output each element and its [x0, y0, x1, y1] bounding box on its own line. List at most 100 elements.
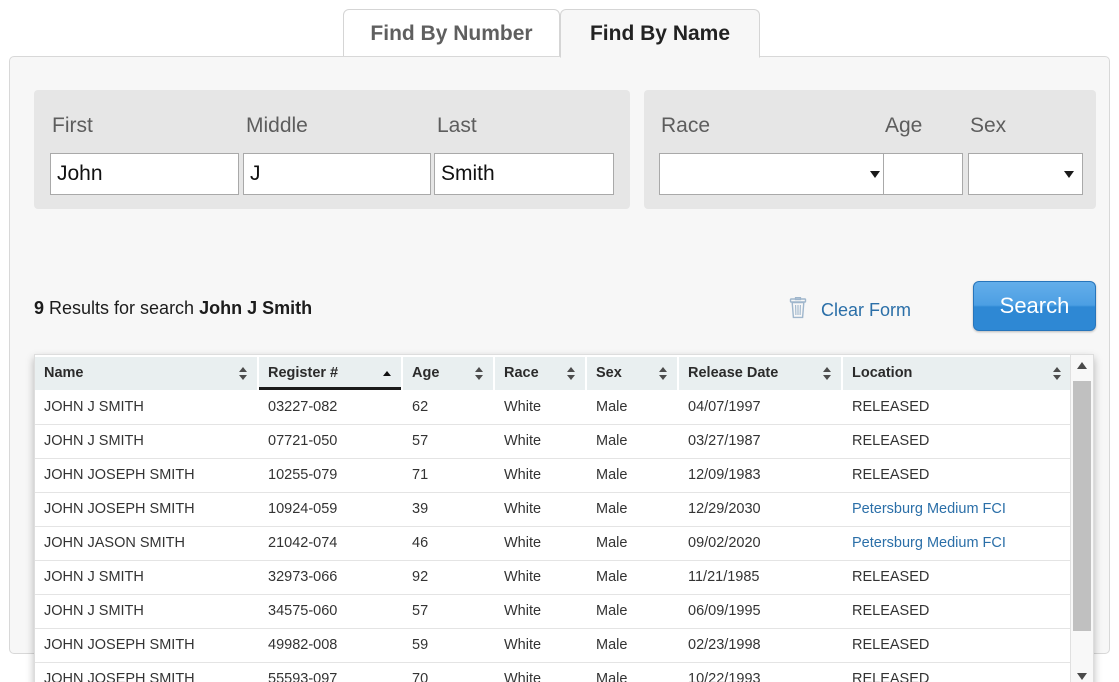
- cell-name: JOHN J SMITH: [44, 569, 144, 585]
- sort-toggle-icon: [239, 367, 248, 380]
- scroll-up-button[interactable]: [1071, 355, 1093, 375]
- cell-race: White: [504, 637, 542, 653]
- scrollbar-thumb[interactable]: [1073, 381, 1091, 631]
- table-row[interactable]: JOHN JOSEPH SMITH 10255-079 71 White Male 12/…: [35, 459, 1071, 493]
- cell-age: 59: [412, 637, 429, 653]
- trash-icon[interactable]: [789, 297, 807, 319]
- cell-age: 71: [412, 467, 429, 483]
- table-row[interactable]: JOHN JOSEPH SMITH 10924-059 39 White Male 12/…: [35, 493, 1071, 527]
- results-count: 9: [34, 298, 45, 318]
- name-field-group: First Middle Last: [34, 90, 630, 209]
- tab-find-by-name[interactable]: Find By Name: [560, 9, 760, 58]
- tab-find-by-number-label: Find By Number: [370, 22, 533, 45]
- column-header-age[interactable]: Age: [403, 357, 493, 390]
- clear-form-link[interactable]: Clear Form: [821, 300, 911, 321]
- column-header-race[interactable]: Race: [495, 357, 585, 390]
- race-select[interactable]: [659, 153, 889, 195]
- cell-age: 39: [412, 501, 429, 517]
- cell-name: JOHN JASON SMITH: [44, 535, 185, 551]
- cell-sex: Male: [596, 467, 628, 483]
- tab-find-by-name-label: Find By Name: [589, 22, 731, 45]
- cell-race: White: [504, 399, 542, 415]
- middle-name-input[interactable]: [243, 153, 431, 195]
- age-label: Age: [885, 114, 923, 137]
- cell-age: 57: [412, 433, 429, 449]
- table-row[interactable]: JOHN JOSEPH SMITH 55593-097 70 White Male 10/…: [35, 663, 1071, 682]
- cell-register: 07721-050: [268, 433, 338, 449]
- column-header-label: Race: [504, 365, 539, 381]
- cell-name: JOHN J SMITH: [44, 603, 144, 619]
- table-row[interactable]: JOHN J SMITH 07721-050 57 White Male 03/27/19…: [35, 425, 1071, 459]
- cell-name: JOHN JOSEPH SMITH: [44, 467, 195, 483]
- cell-release: 11/21/1985: [688, 569, 760, 585]
- cell-location[interactable]: Petersburg Medium FCI: [843, 493, 1071, 526]
- column-header-register[interactable]: Register #: [259, 357, 401, 390]
- cell-race: White: [504, 671, 542, 682]
- cell-location[interactable]: Petersburg Medium FCI: [843, 527, 1071, 560]
- results-grid: Name Register # Age Race Sex Release Date Loca…: [35, 355, 1071, 682]
- age-input[interactable]: [883, 153, 963, 195]
- column-header-label: Register #: [268, 365, 339, 381]
- first-name-input[interactable]: [50, 153, 239, 195]
- results-summary: 9 Results for search John J Smith: [34, 298, 312, 319]
- race-label: Race: [661, 114, 711, 137]
- results-table: Name Register # Age Race Sex Release Date Loca…: [34, 354, 1094, 682]
- search-button[interactable]: Search: [973, 281, 1096, 331]
- tab-bar: Find By Number Find By Name: [0, 0, 1119, 58]
- cell-age: 46: [412, 535, 429, 551]
- cell-sex: Male: [596, 433, 628, 449]
- cell-sex: Male: [596, 603, 628, 619]
- cell-release: 10/22/1993: [688, 671, 761, 682]
- cell-release: 04/07/1997: [688, 399, 761, 415]
- table-vertical-scrollbar[interactable]: [1070, 355, 1093, 682]
- cell-location: RELEASED: [852, 603, 930, 619]
- cell-register: 32973-066: [268, 569, 338, 585]
- results-middle-text: Results for search: [44, 298, 200, 318]
- column-header-label: Age: [412, 365, 440, 381]
- cell-release: 02/23/1998: [688, 637, 761, 653]
- column-header-name[interactable]: Name: [35, 357, 257, 390]
- cell-age: 92: [412, 569, 429, 585]
- cell-register: 10924-059: [268, 501, 338, 517]
- cell-sex: Male: [596, 637, 628, 653]
- sort-toggle-icon: [1053, 367, 1062, 380]
- scroll-down-button[interactable]: [1071, 667, 1093, 682]
- sort-toggle-icon: [659, 367, 668, 380]
- cell-release: 12/09/1983: [688, 467, 761, 483]
- table-body: JOHN J SMITH 03227-082 62 White Male 04/07/19…: [35, 391, 1071, 682]
- last-name-label: Last: [437, 114, 477, 137]
- last-name-input[interactable]: [434, 153, 614, 195]
- sex-select[interactable]: [968, 153, 1083, 195]
- cell-race: White: [504, 433, 542, 449]
- search-panel: First Middle Last Race Age Sex 9 Results…: [9, 56, 1110, 682]
- cell-sex: Male: [596, 399, 628, 415]
- column-header-label: Location: [852, 365, 913, 381]
- demographics-field-group: Race Age Sex: [644, 90, 1096, 209]
- table-row[interactable]: JOHN JOSEPH SMITH 49982-008 59 White Male 02/…: [35, 629, 1071, 663]
- sort-ascending-icon: [383, 367, 392, 380]
- table-row[interactable]: JOHN J SMITH 03227-082 62 White Male 04/07/19…: [35, 391, 1071, 425]
- column-header-label: Name: [44, 365, 84, 381]
- tab-find-by-number[interactable]: Find By Number: [343, 9, 560, 58]
- chevron-down-icon: [870, 171, 880, 178]
- cell-register: 21042-074: [268, 535, 338, 551]
- middle-name-label: Middle: [246, 114, 308, 137]
- column-header-location[interactable]: Location: [843, 357, 1071, 390]
- column-header-label: Sex: [596, 365, 622, 381]
- cell-release: 03/27/1987: [688, 433, 761, 449]
- sort-toggle-icon: [823, 367, 832, 380]
- cell-race: White: [504, 535, 542, 551]
- table-row[interactable]: JOHN JASON SMITH 21042-074 46 White Male 09/0…: [35, 527, 1071, 561]
- table-row[interactable]: JOHN J SMITH 34575-060 57 White Male 06/09/19…: [35, 595, 1071, 629]
- table-header-row: Name Register # Age Race Sex Release Date Loca…: [35, 355, 1071, 391]
- table-row[interactable]: JOHN J SMITH 32973-066 92 White Male 11/21/19…: [35, 561, 1071, 595]
- sort-toggle-icon: [475, 367, 484, 380]
- cell-age: 70: [412, 671, 429, 682]
- cell-location: RELEASED: [852, 433, 930, 449]
- page-root: Find By Number Find By Name First Middle…: [0, 0, 1119, 682]
- cell-release: 09/02/2020: [688, 535, 761, 551]
- column-header-release[interactable]: Release Date: [679, 357, 841, 390]
- cell-name: JOHN JOSEPH SMITH: [44, 501, 195, 517]
- column-header-sex[interactable]: Sex: [587, 357, 677, 390]
- cell-location: RELEASED: [852, 637, 930, 653]
